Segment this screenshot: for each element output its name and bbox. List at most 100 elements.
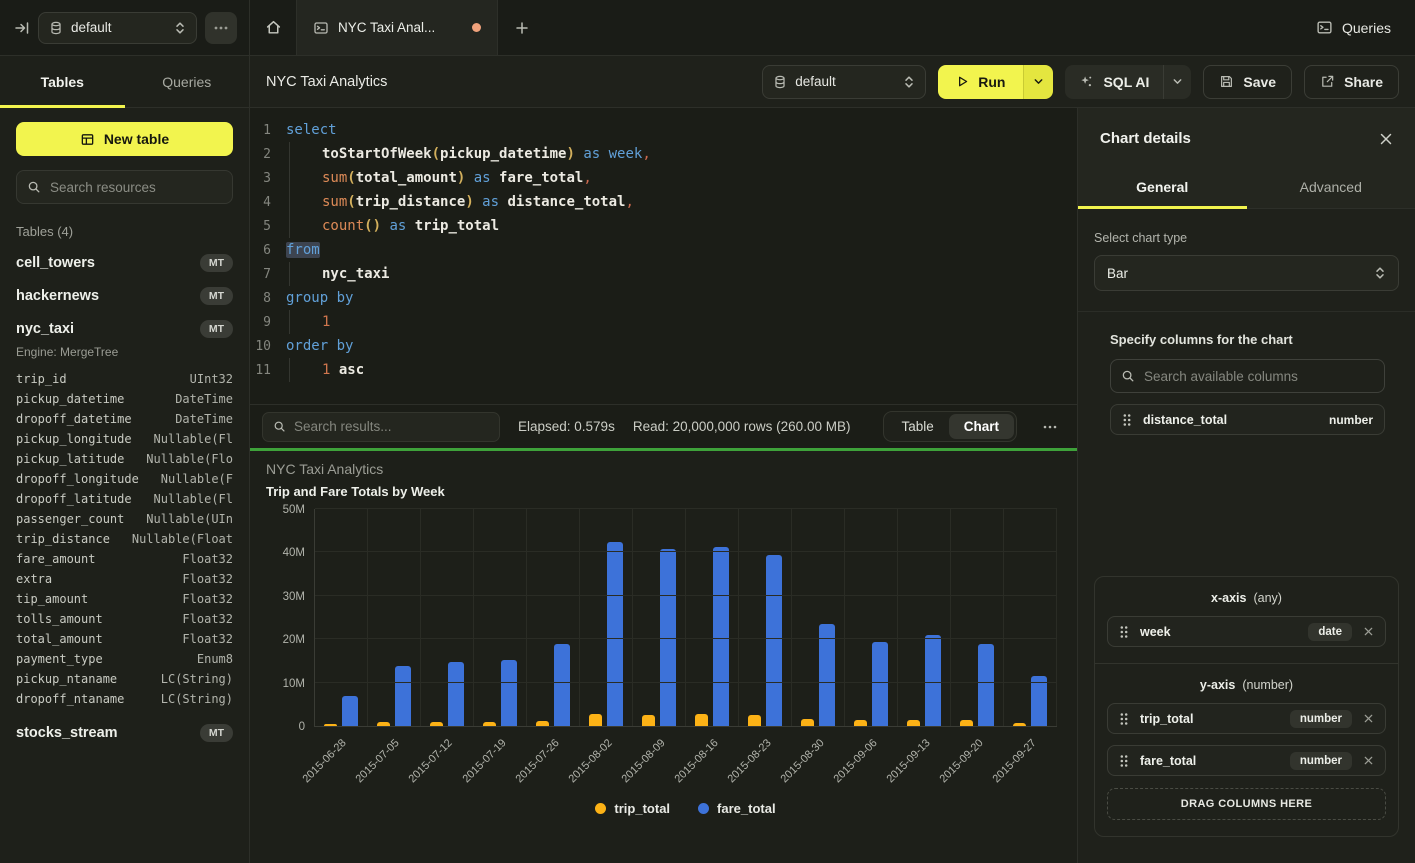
drag-handle-icon[interactable] <box>1119 754 1129 768</box>
search-resources-input[interactable]: Search resources <box>16 170 233 204</box>
collapse-sidebar-icon[interactable] <box>14 20 30 36</box>
sql-ai-dropdown[interactable] <box>1163 65 1191 99</box>
share-button[interactable]: Share <box>1304 65 1399 99</box>
sql-token: asc <box>330 362 364 378</box>
drag-columns-dropzone[interactable]: DRAG COLUMNS HERE <box>1107 788 1386 820</box>
fare_total-bar <box>448 662 464 726</box>
home-icon[interactable] <box>250 0 296 55</box>
elapsed-stat: Elapsed: 0.579s <box>518 419 615 434</box>
column-type: DateTime <box>175 409 233 429</box>
sql-token: sum <box>322 170 347 186</box>
view-toggle-table[interactable]: Table <box>886 414 948 439</box>
gridline <box>315 595 1057 596</box>
chip-type-badge: number <box>1290 752 1352 770</box>
table-row-cell_towers[interactable]: cell_towersMT <box>16 254 233 272</box>
panel-tab-general[interactable]: General <box>1078 165 1247 208</box>
tab-label: NYC Taxi Anal... <box>338 20 435 35</box>
table-row-stocks_stream[interactable]: stocks_streamMT <box>16 724 233 742</box>
column-type: Enum8 <box>197 649 233 669</box>
search-columns-input[interactable]: Search available columns <box>1110 359 1385 393</box>
sql-ai-button[interactable]: SQL AI <box>1065 65 1163 99</box>
gridline <box>315 508 1057 509</box>
search-icon <box>1121 369 1135 383</box>
trip_total-bar <box>377 722 390 726</box>
tab-strip: NYC Taxi Anal... Queries <box>250 0 1415 55</box>
column-row: tolls_amountFloat32 <box>16 609 233 629</box>
save-floppy-icon <box>1219 74 1234 89</box>
column-row: trip_idUInt32 <box>16 369 233 389</box>
database-selector[interactable]: default <box>38 12 197 44</box>
panel-tab-advanced[interactable]: Advanced <box>1247 165 1415 208</box>
column-name: dropoff_datetime <box>16 409 132 429</box>
drag-handle-icon[interactable] <box>1119 712 1129 726</box>
drag-handle-icon[interactable] <box>1119 625 1129 639</box>
panel-header: Chart details <box>1078 108 1415 165</box>
x-tick: 2015-09-06 <box>845 727 898 801</box>
fare_total-bar <box>1031 676 1047 726</box>
drag-handle-icon[interactable] <box>1122 413 1132 427</box>
y-axis-header: y-axis (number) <box>1107 678 1386 692</box>
remove-chip-icon[interactable] <box>1363 626 1374 637</box>
results-toolbar: Search results... Elapsed: 0.579s Read: … <box>250 404 1077 448</box>
legend-item-fare_total[interactable]: fare_total <box>698 801 776 816</box>
trip_total-bar <box>960 720 973 726</box>
sql-token: from <box>286 242 320 258</box>
column-chip-week[interactable]: weekdate <box>1107 616 1386 647</box>
chevron-updown-icon <box>1374 266 1386 280</box>
fare_total-bar <box>766 555 782 726</box>
remove-chip-icon[interactable] <box>1363 755 1374 766</box>
table-row-hackernews[interactable]: hackernewsMT <box>16 287 233 305</box>
view-toggle-chart[interactable]: Chart <box>949 414 1014 439</box>
sidebar-tab-tables[interactable]: Tables <box>0 56 125 107</box>
sql-console-app: default NYC Taxi Anal... <box>0 0 1415 863</box>
sql-token: 1 <box>322 362 330 378</box>
column-row: pickup_longitudeNullable(Fl <box>16 429 233 449</box>
sql-editor[interactable]: 1select2toStartOfWeek(pickup_datetime) a… <box>250 108 1077 404</box>
trip_total-bar <box>801 719 814 726</box>
panel-body: Select chart type Bar Specify columns fo… <box>1078 209 1415 863</box>
search-resources-placeholder: Search resources <box>50 180 156 195</box>
results-more-icon[interactable] <box>1035 425 1065 429</box>
column-type: Float32 <box>182 589 233 609</box>
sql-line: 10order by <box>250 334 1077 358</box>
queries-link[interactable]: Queries <box>1316 0 1391 55</box>
x-tick: 2015-07-26 <box>526 727 579 801</box>
sql-line: 3sum(total_amount) as fare_total, <box>250 166 1077 190</box>
save-button[interactable]: Save <box>1203 65 1292 99</box>
remove-chip-icon[interactable] <box>1363 713 1374 724</box>
x-tick: 2015-07-12 <box>420 727 473 801</box>
line-number: 8 <box>250 291 286 306</box>
search-results-input[interactable]: Search results... <box>262 412 500 442</box>
sql-line: 7nyc_taxi <box>250 262 1077 286</box>
table-row-nyc_taxi[interactable]: nyc_taxiMT <box>16 320 233 338</box>
tables-section-label: Tables (4) <box>16 224 233 239</box>
column-row: trip_distanceNullable(Float <box>16 529 233 549</box>
sidebar: Tables Queries New table Search resource… <box>0 56 250 863</box>
x-axis-section: x-axis (any) weekdate <box>1095 577 1398 663</box>
column-chip-distance_total[interactable]: distance_totalnumber <box>1110 404 1385 435</box>
column-chip-trip_total[interactable]: trip_totalnumber <box>1107 703 1386 734</box>
legend-label: trip_total <box>614 801 670 816</box>
new-tab-icon[interactable] <box>498 0 546 55</box>
tab-nyc-taxi-analytics[interactable]: NYC Taxi Anal... <box>296 0 498 55</box>
run-button[interactable]: Run <box>938 65 1023 99</box>
y-axis-section: y-axis (number) trip_totalnumber fare_tot… <box>1095 663 1398 836</box>
indent-guide <box>289 214 322 238</box>
y-tick-label: 20M <box>283 634 305 646</box>
new-table-button[interactable]: New table <box>16 122 233 156</box>
column-chip-fare_total[interactable]: fare_totalnumber <box>1107 745 1386 776</box>
legend-item-trip_total[interactable]: trip_total <box>595 801 670 816</box>
sidebar-more-button[interactable] <box>205 12 237 44</box>
sql-ai-button-group: SQL AI <box>1065 65 1191 99</box>
close-icon[interactable] <box>1379 132 1393 146</box>
column-name: payment_type <box>16 649 103 669</box>
indent-guide <box>289 262 322 286</box>
sidebar-tab-queries[interactable]: Queries <box>125 56 250 107</box>
x-axis-labels: 2015-06-282015-07-052015-07-122015-07-19… <box>314 727 1057 801</box>
column-name: dropoff_latitude <box>16 489 132 509</box>
sql-token: as <box>381 218 415 234</box>
toolbar-database-selector[interactable]: default <box>762 65 926 99</box>
chart-type-select[interactable]: Bar <box>1094 255 1399 291</box>
run-options-dropdown[interactable] <box>1023 65 1053 99</box>
y-axis-chips: trip_totalnumber fare_totalnumber <box>1107 703 1386 776</box>
